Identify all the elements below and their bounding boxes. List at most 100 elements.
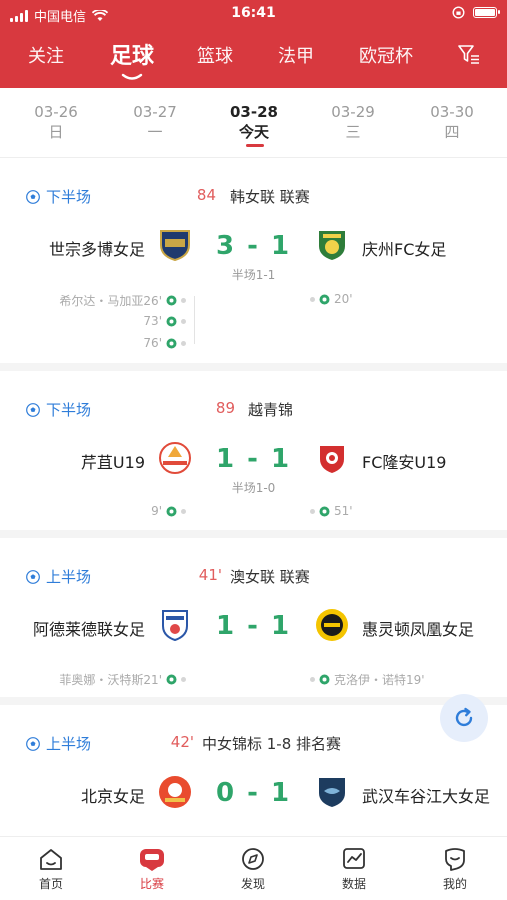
tab-follow[interactable]: 关注	[28, 42, 64, 68]
tab-matches[interactable]: 比赛	[112, 847, 192, 892]
match-card[interactable]: 上半场 42' 中女锦标 1-8 排名赛 北京女足 0 - 1 武汉车谷江大女足	[0, 705, 507, 836]
home-team-name: 北京女足	[80, 787, 145, 806]
match-score: 0 - 1	[215, 778, 292, 808]
league-name: 澳女联 联赛	[230, 568, 310, 586]
date-item[interactable]: 03-27 一	[110, 102, 200, 142]
date-label: 03-26	[34, 103, 78, 121]
match-card[interactable]: 下半场 89 越青锦 芹苴U19 1 - 1 半场1-0 FC隆安U19 9' …	[0, 371, 507, 538]
league-name: 韩女联 联赛	[230, 188, 310, 206]
match-card[interactable]: 上半场 41' 澳女联 联赛 阿德莱德联女足 1 - 1 惠灵顿凤凰女足 菲奥娜…	[0, 538, 507, 705]
match-minute: 42'	[170, 733, 194, 751]
league-name: 越青锦	[248, 401, 294, 419]
weekday-label: 三	[345, 123, 361, 141]
bottom-tab-bar: 首页 比赛 发现 数据 我的	[0, 836, 507, 900]
tab-label: 我的	[442, 877, 467, 891]
goal-icon	[166, 316, 177, 326]
date-label: 03-29	[331, 103, 375, 121]
date-item-today[interactable]: 03-28 今天	[209, 102, 299, 142]
away-goal-event: 20'	[310, 292, 353, 306]
goal-icon	[319, 674, 330, 685]
home-team-logo	[159, 776, 191, 808]
match-minute: 89	[215, 399, 235, 417]
app-header: 中国电信 16:41 关注 足球 篮球 法甲 欧冠杯	[0, 0, 507, 88]
half-time-score: 半场1-1	[231, 268, 276, 282]
match-card[interactable]: 下半场 84 韩女联 联赛 世宗多博女足 3 - 1 半场1-1 庆州FC女足 …	[0, 158, 507, 371]
home-goal-event: 73'	[143, 314, 186, 328]
weekday-label: 今天	[238, 123, 269, 141]
tab-data[interactable]: 数据	[314, 847, 394, 892]
date-item[interactable]: 03-29 三	[308, 102, 398, 142]
date-item[interactable]: 03-26 日	[11, 102, 101, 142]
tab-discover[interactable]: 发现	[213, 847, 293, 892]
refresh-button[interactable]	[440, 694, 488, 742]
match-minute: 84	[196, 186, 216, 204]
date-selected-indicator	[246, 144, 264, 147]
home-goal-event: 76'	[143, 336, 186, 350]
data-icon	[343, 848, 365, 869]
match-score: 1 - 1	[215, 611, 292, 641]
tab-home[interactable]: 首页	[11, 847, 91, 892]
match-score: 3 - 1	[215, 231, 292, 261]
match-score: 1 - 1	[215, 444, 292, 474]
weekday-label: 一	[147, 123, 163, 141]
football-icon	[26, 736, 40, 751]
discover-icon	[242, 848, 264, 870]
sport-tabs: 关注 足球 篮球 法甲 欧冠杯	[0, 32, 507, 82]
match-period: 下半场	[46, 188, 92, 206]
tab-basketball[interactable]: 篮球	[197, 42, 233, 68]
tab-label: 发现	[240, 877, 265, 891]
date-label: 03-28	[230, 103, 278, 121]
date-label: 03-27	[133, 103, 177, 121]
match-minute: 41'	[198, 566, 222, 584]
away-team-logo	[319, 778, 345, 807]
away-team-name: 武汉车谷江大女足	[362, 787, 491, 806]
goal-icon	[319, 506, 330, 516]
away-team-logo	[319, 231, 345, 260]
match-period: 下半场	[46, 401, 92, 419]
date-label: 03-30	[430, 103, 474, 121]
goal-icon	[319, 294, 330, 304]
weekday-label: 四	[444, 123, 460, 141]
orientation-lock-icon	[452, 6, 465, 19]
home-team-name: 芹苴U19	[80, 453, 145, 472]
match-period: 上半场	[46, 735, 92, 753]
half-time-score: 半场1-0	[231, 481, 276, 495]
goal-icon	[166, 506, 177, 516]
away-team-logo	[316, 609, 348, 641]
away-team-name: FC隆安U19	[362, 453, 447, 472]
home-team-name: 世宗多博女足	[48, 240, 145, 259]
tab-label: 首页	[38, 877, 63, 891]
tab-football[interactable]: 足球	[110, 38, 154, 70]
home-team-logo	[159, 442, 191, 474]
tab-label: 数据	[341, 877, 366, 891]
football-icon	[26, 402, 40, 417]
tab-ucl[interactable]: 欧冠杯	[359, 42, 413, 68]
match-icon	[140, 849, 164, 871]
refresh-icon	[455, 707, 473, 727]
home-goal-event: 9'	[151, 504, 186, 518]
home-team-logo	[162, 610, 188, 642]
tab-ligue1[interactable]: 法甲	[278, 42, 314, 68]
profile-icon	[445, 848, 465, 871]
tab-profile[interactable]: 我的	[415, 847, 495, 892]
football-icon	[26, 569, 40, 584]
home-team-logo	[160, 230, 190, 262]
goal-icon	[166, 674, 177, 685]
clock: 16:41	[231, 5, 276, 21]
away-goal-event: 克洛伊・诺特19'	[310, 671, 425, 688]
goal-icon	[166, 338, 177, 348]
away-goal-event: 51'	[310, 504, 353, 518]
home-goal-event: 希尔达・马加亚26'	[59, 292, 186, 309]
goal-icon	[166, 295, 177, 306]
filter-icon[interactable]	[458, 45, 480, 65]
battery-icon	[473, 7, 500, 18]
away-team-name: 惠灵顿凤凰女足	[362, 620, 475, 639]
home-goal-event: 菲奥娜・沃特斯21'	[59, 671, 186, 688]
weekday-label: 日	[48, 123, 64, 141]
league-name: 中女锦标 1-8 排名赛	[202, 735, 342, 753]
home-team-name: 阿德莱德联女足	[32, 620, 145, 639]
date-item[interactable]: 03-30 四	[407, 102, 497, 142]
status-bar: 中国电信 16:41	[0, 0, 507, 28]
date-strip: 03-26 日 03-27 一 03-28 今天 03-29 三 03-30 四	[0, 88, 507, 158]
football-icon	[26, 189, 40, 204]
